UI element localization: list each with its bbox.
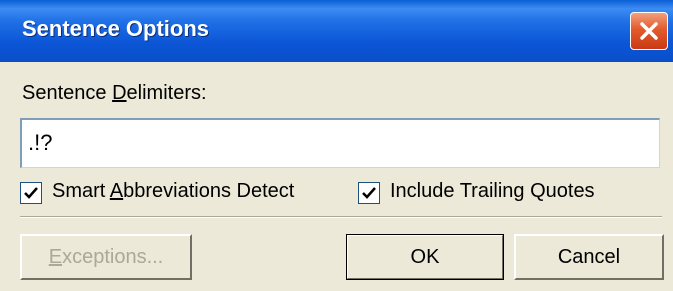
checkmark-icon [362,187,376,199]
smart-abbreviations-checkbox-box[interactable] [20,182,42,204]
trailing-quotes-label: Include Trailing Quotes [390,180,595,202]
checkmark-icon [24,187,38,199]
close-button[interactable] [630,12,668,50]
sentence-options-dialog: Sentence Options Sentence Delimiters: .!… [0,0,673,291]
window-title: Sentence Options [22,16,210,41]
smart-abbreviations-label: Smart Abbreviations Detect [52,180,295,202]
close-icon [640,22,658,40]
smart-abbreviations-checkbox[interactable]: Smart Abbreviations Detect [20,180,330,208]
delimiters-label: Sentence Delimiters: [22,82,207,104]
trailing-quotes-checkbox-box[interactable] [358,182,380,204]
divider [20,216,662,218]
ok-button[interactable]: OK [346,234,504,280]
title-bar[interactable]: Sentence Options [0,0,673,62]
cancel-button[interactable]: Cancel [514,234,664,280]
exceptions-button[interactable]: Exceptions... [20,234,192,280]
delimiters-input[interactable]: .!? [20,118,660,168]
trailing-quotes-checkbox[interactable]: Include Trailing Quotes [358,180,638,208]
